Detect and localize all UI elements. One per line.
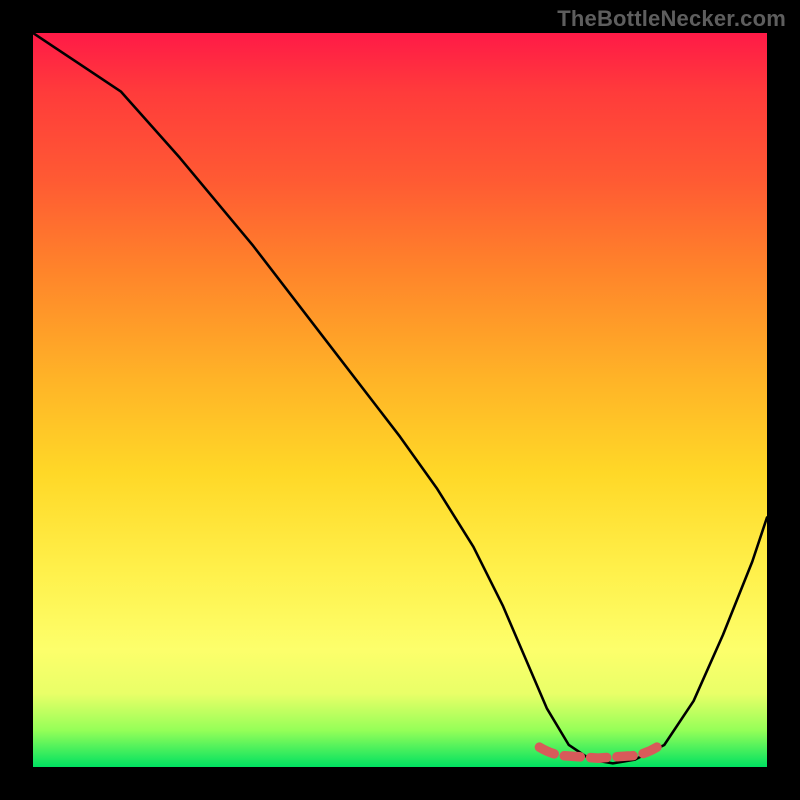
chart-frame: TheBottleNecker.com [0,0,800,800]
watermark-text: TheBottleNecker.com [557,6,786,32]
plot-area [33,33,767,767]
accent-path [539,747,656,758]
optimal-zone-marker [33,33,767,767]
